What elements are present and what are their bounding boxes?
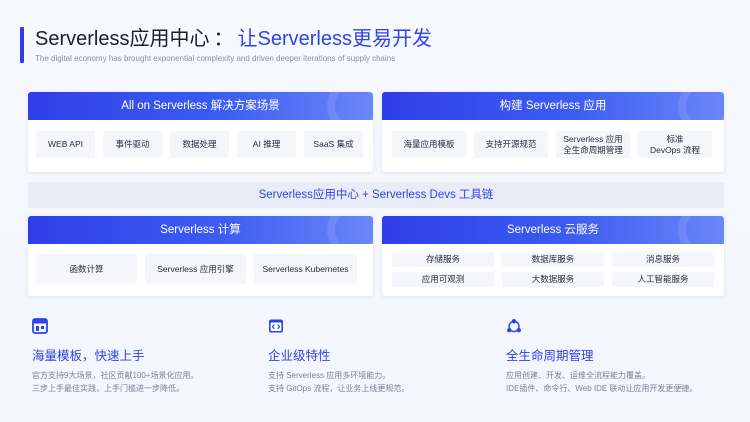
feature-lifecycle: 全生命周期管理 应用创建、开发、运维全流程能力覆盖。 IDE插件、命令行、Web… (506, 318, 697, 395)
panel-scenarios: All on Serverless 解决方案场景 WEB API 事件驱动 数据… (28, 92, 373, 172)
panel-build-header: 构建 Serverless 应用 (382, 92, 724, 120)
build-item[interactable]: Serverless 应用 全生命周期管理 (556, 131, 630, 158)
panel-compute: Serverless 计算 函数计算 Serverless 应用引擎 Serve… (28, 216, 373, 296)
feature-desc-line: 官方支持9大场景，社区贡献100+场景化应用。 (32, 371, 199, 380)
panel-build-title: 构建 Serverless 应用 (499, 100, 607, 112)
build-item[interactable]: 支持开源规范 (474, 131, 548, 158)
header-decoration (327, 92, 373, 120)
feature-enterprise: 企业级特性 支持 Serverless 应用多环境能力。 支持 GitOps 流… (268, 318, 409, 395)
scenario-list: WEB API 事件驱动 数据处理 AI 推理 SaaS 集成 (36, 131, 363, 158)
feature-desc-line: 支持 GitOps 流程，让业务上线更规范。 (268, 384, 410, 393)
compute-list: 函数计算 Serverless 应用引擎 Serverless Kubernet… (36, 254, 357, 284)
code-window-icon (269, 319, 283, 333)
feature-desc-line: 支持 Serverless 应用多环境能力。 (268, 371, 391, 380)
cloud-list: 存储服务 数据库服务 消息服务 应用可观测 大数据服务 人工智能服务 (392, 252, 718, 287)
panel-scenarios-title: All on Serverless 解决方案场景 (121, 100, 280, 112)
compute-item[interactable]: 函数计算 (36, 254, 137, 284)
header-decoration (678, 216, 724, 244)
feature-desc-line: 三步上手最佳实践，上手门槛进一步降低。 (32, 384, 184, 393)
page-title: Serverless应用中心：让Serverless更易开发 (35, 27, 432, 51)
cloud-item[interactable]: 应用可观测 (392, 272, 494, 287)
panel-build: 构建 Serverless 应用 海量应用模板 支持开源规范 Serverles… (382, 92, 724, 172)
feature-desc-line: IDE插件、命令行、Web IDE 联动让应用开发更便捷。 (506, 384, 698, 393)
feature-templates: 海量模板，快速上手 官方支持9大场景，社区贡献100+场景化应用。 三步上手最佳… (32, 318, 198, 395)
build-item[interactable]: 海量应用模板 (392, 131, 466, 158)
cloud-item[interactable]: 人工智能服务 (612, 272, 714, 287)
feature-title: 海量模板，快速上手 (32, 349, 145, 363)
panel-compute-header: Serverless 计算 (28, 216, 373, 244)
panel-compute-title: Serverless 计算 (160, 224, 241, 236)
cloud-item[interactable]: 数据库服务 (502, 252, 604, 267)
panel-cloud: Serverless 云服务 存储服务 数据库服务 消息服务 应用可观测 大数据… (382, 216, 724, 296)
header-decoration (327, 216, 373, 244)
cloud-item[interactable]: 大数据服务 (502, 272, 604, 287)
title-accent-bar (20, 27, 24, 63)
feature-title: 企业级特性 (268, 349, 331, 363)
title-separator: ： (213, 28, 234, 50)
feature-title: 全生命周期管理 (506, 349, 594, 363)
scenario-item[interactable]: SaaS 集成 (304, 131, 363, 158)
build-list: 海量应用模板 支持开源规范 Serverless 应用 全生命周期管理 标准 D… (392, 131, 712, 158)
panel-scenarios-header: All on Serverless 解决方案场景 (28, 92, 373, 120)
panel-cloud-header: Serverless 云服务 (382, 216, 724, 244)
compute-item[interactable]: Serverless Kubernetes (254, 254, 357, 284)
title-main: Serverless应用中心 (35, 28, 210, 50)
compute-item[interactable]: Serverless 应用引擎 (145, 254, 246, 284)
template-grid-icon (32, 318, 48, 334)
scenario-item[interactable]: WEB API (36, 131, 95, 158)
feature-desc-line: 应用创建、开发、运维全流程能力覆盖。 (506, 371, 650, 380)
page-subtitle: The digital economy has brought exponent… (35, 54, 396, 63)
scenario-item[interactable]: 事件驱动 (103, 131, 162, 158)
scenario-item[interactable]: 数据处理 (170, 131, 229, 158)
title-highlight: 让Serverless更易开发 (237, 28, 432, 50)
header-decoration (678, 92, 724, 120)
build-item[interactable]: 标准 DevOps 流程 (638, 131, 712, 158)
toolchain-bar: Serverless应用中心 + Serverless Devs 工具链 (28, 182, 724, 208)
cloud-item[interactable]: 存储服务 (392, 252, 494, 267)
cloud-item[interactable]: 消息服务 (612, 252, 714, 267)
panel-cloud-title: Serverless 云服务 (506, 224, 600, 236)
scenario-item[interactable]: AI 推理 (237, 131, 296, 158)
lifecycle-cycle-icon (507, 319, 521, 333)
